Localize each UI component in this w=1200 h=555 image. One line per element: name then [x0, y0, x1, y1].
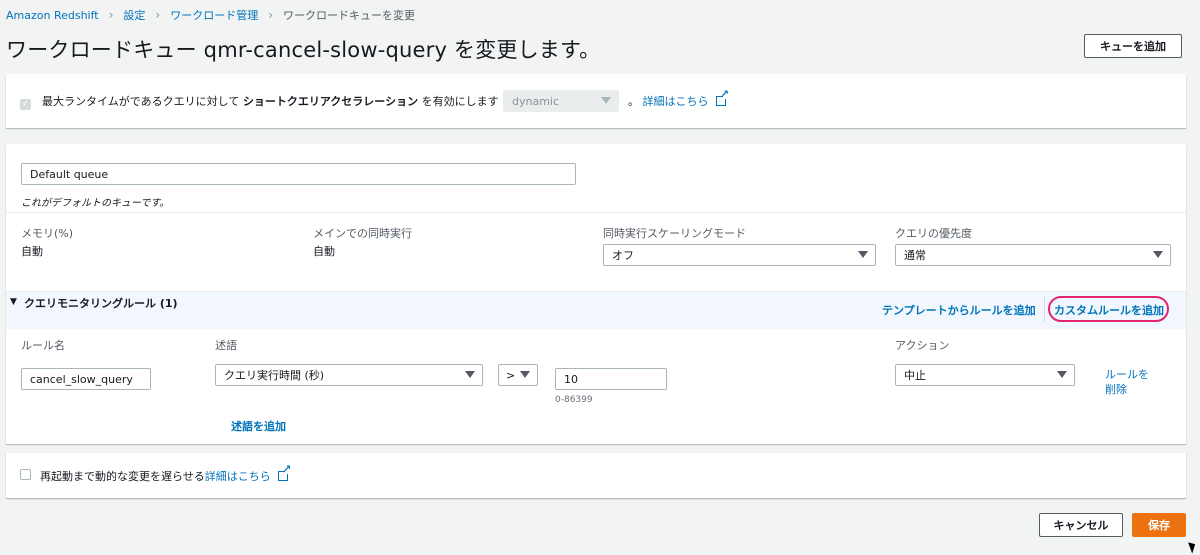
external-link-icon [716, 90, 729, 106]
sqa-period: 。 [628, 95, 639, 108]
sqa-mode-value: dynamic [512, 94, 560, 108]
breadcrumb-workload-management[interactable]: ワークロード管理 [170, 7, 258, 23]
priority-select[interactable]: 通常 [895, 244, 1171, 266]
sqa-label-suffix: を有効にします [421, 95, 499, 108]
operator-value: > [506, 368, 516, 382]
highlight-annotation [1048, 296, 1169, 322]
add-rule-from-template-link[interactable]: テンプレートからルールを追加 [882, 302, 1036, 318]
save-button[interactable]: 保存 [1132, 513, 1186, 537]
queue-name-input[interactable]: Default queue [21, 163, 576, 185]
memory-value: 自動 [21, 245, 43, 258]
metric-select[interactable]: クエリ実行時間 (秒) [215, 364, 483, 386]
divider [1044, 296, 1045, 322]
rule-name-column-header: ルール名 [21, 339, 65, 352]
caret-down-icon[interactable]: ▼ [10, 297, 17, 307]
caret-down-icon [601, 97, 611, 104]
action-column-header: アクション [895, 339, 950, 352]
rule-name-input[interactable]: cancel_slow_query [21, 368, 151, 390]
memory-label: メモリ(%) [21, 227, 74, 240]
defer-label: 再起動まで動的な変更を遅らせる詳細はこちら [40, 465, 291, 484]
breadcrumb-settings[interactable]: 設定 [123, 7, 145, 23]
chevron-right-icon: › [268, 8, 274, 22]
defer-label-text: 再起動まで動的な変更を遅らせる [40, 470, 205, 483]
sqa-details-link[interactable]: 詳細はこちら [643, 95, 709, 108]
queue-name-value: Default queue [30, 167, 109, 181]
rules-header-title[interactable]: クエリモニタリングルール (1) [24, 295, 178, 311]
caret-down-icon [1057, 371, 1067, 378]
defer-checkbox[interactable] [20, 469, 31, 483]
metric-value: クエリ実行時間 (秒) [224, 369, 325, 382]
caret-down-icon [858, 251, 868, 258]
predicate-column-header: 述語 [215, 339, 237, 352]
priority-label: クエリの優先度 [895, 227, 972, 240]
external-link-icon [278, 465, 291, 481]
threshold-range-hint: 0-86399 [555, 395, 593, 405]
defer-panel: 再起動まで動的な変更を遅らせる詳細はこちら [6, 453, 1186, 498]
sqa-label-prefix: 最大ランタイムがであるクエリに対して [42, 95, 240, 108]
threshold-value: 10 [564, 372, 578, 386]
sqa-checkbox[interactable]: ✓ [20, 95, 31, 110]
scaling-value: オフ [612, 249, 634, 262]
sqa-label-emphasis: ショートクエリアクセラレーション [242, 95, 419, 108]
queue-panel: Default queue これがデフォルトのキューです。 メモリ(%) 自動 … [6, 144, 1186, 444]
action-value: 中止 [904, 369, 926, 382]
scaling-select[interactable]: オフ [603, 244, 876, 266]
caret-down-icon [465, 371, 475, 378]
action-select[interactable]: 中止 [895, 364, 1075, 386]
cancel-button[interactable]: キャンセル [1039, 513, 1123, 537]
check-icon: ✓ [20, 98, 31, 110]
caret-down-icon [1153, 251, 1163, 258]
concurrency-value: 自動 [313, 245, 335, 258]
breadcrumb-amazon-redshift[interactable]: Amazon Redshift [6, 9, 99, 22]
chevron-right-icon: › [108, 8, 114, 22]
operator-select[interactable]: > [498, 364, 538, 386]
scaling-label: 同時実行スケーリングモード [603, 227, 746, 240]
sqa-mode-select[interactable]: dynamic [503, 90, 619, 112]
divider [6, 212, 1186, 213]
defer-details-link[interactable]: 詳細はこちら [205, 470, 271, 483]
rules-header: ▼ クエリモニタリングルール (1) テンプレートからルールを追加 カスタムルー… [6, 291, 1186, 329]
add-queue-button[interactable]: キューを追加 [1084, 34, 1182, 58]
rule-name-value: cancel_slow_query [30, 372, 133, 386]
page-title: ワークロードキュー qmr-cancel-slow-query を変更します。 [6, 38, 601, 62]
sqa-details: 。 詳細はこちら [628, 90, 729, 109]
chevron-right-icon: › [155, 8, 161, 22]
caret-down-icon [520, 371, 530, 378]
queue-description: これがデフォルトのキューです。 [21, 198, 170, 209]
breadcrumb-current: ワークロードキューを変更 [283, 9, 416, 22]
concurrency-label: メインでの同時実行 [313, 227, 412, 240]
add-predicate-link[interactable]: 述語を追加 [231, 418, 286, 434]
sqa-panel: ✓ 最大ランタイムがであるクエリに対して ショートクエリアクセラレーション を有… [6, 74, 1186, 128]
remove-rule-link[interactable]: ルールを削除 [1105, 367, 1151, 397]
breadcrumb: Amazon Redshift › 設定 › ワークロード管理 › ワークロード… [6, 7, 415, 23]
sqa-label: 最大ランタイムがであるクエリに対して ショートクエリアクセラレーション を有効に… [42, 93, 499, 109]
mouse-cursor-icon [1188, 540, 1198, 554]
checkbox-icon [20, 469, 31, 480]
priority-value: 通常 [904, 249, 926, 262]
threshold-input[interactable]: 10 [555, 368, 667, 390]
